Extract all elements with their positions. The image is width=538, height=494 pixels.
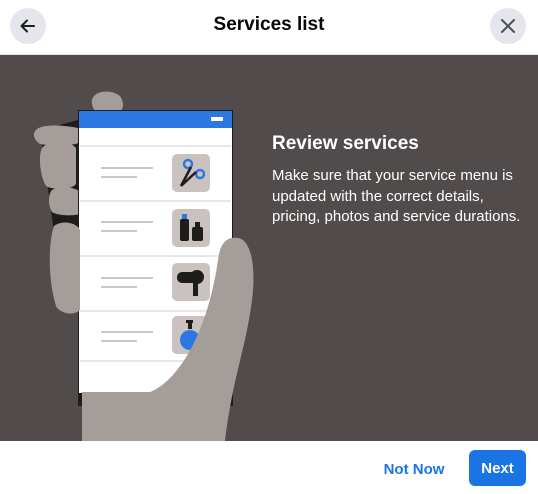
close-icon — [501, 19, 515, 33]
not-now-button[interactable]: Not Now — [376, 452, 452, 486]
phone-app-bar — [79, 111, 232, 128]
dialog-title: Services list — [213, 14, 325, 35]
thumb-top — [91, 91, 123, 112]
hero-description: Make sure that your service menu is upda… — [272, 167, 521, 225]
finger — [49, 187, 80, 216]
phone-in-hand-illustration — [33, 91, 254, 441]
hero-section: Review services Make sure that your serv… — [0, 55, 538, 441]
dialog-footer: Not Now Next — [0, 441, 538, 494]
hero-heading: Review services — [272, 133, 419, 154]
next-button[interactable]: Next — [469, 450, 526, 486]
dialog-header: Services list — [0, 0, 538, 55]
finger — [49, 222, 80, 314]
close-button[interactable] — [490, 8, 526, 44]
finger — [39, 142, 76, 189]
